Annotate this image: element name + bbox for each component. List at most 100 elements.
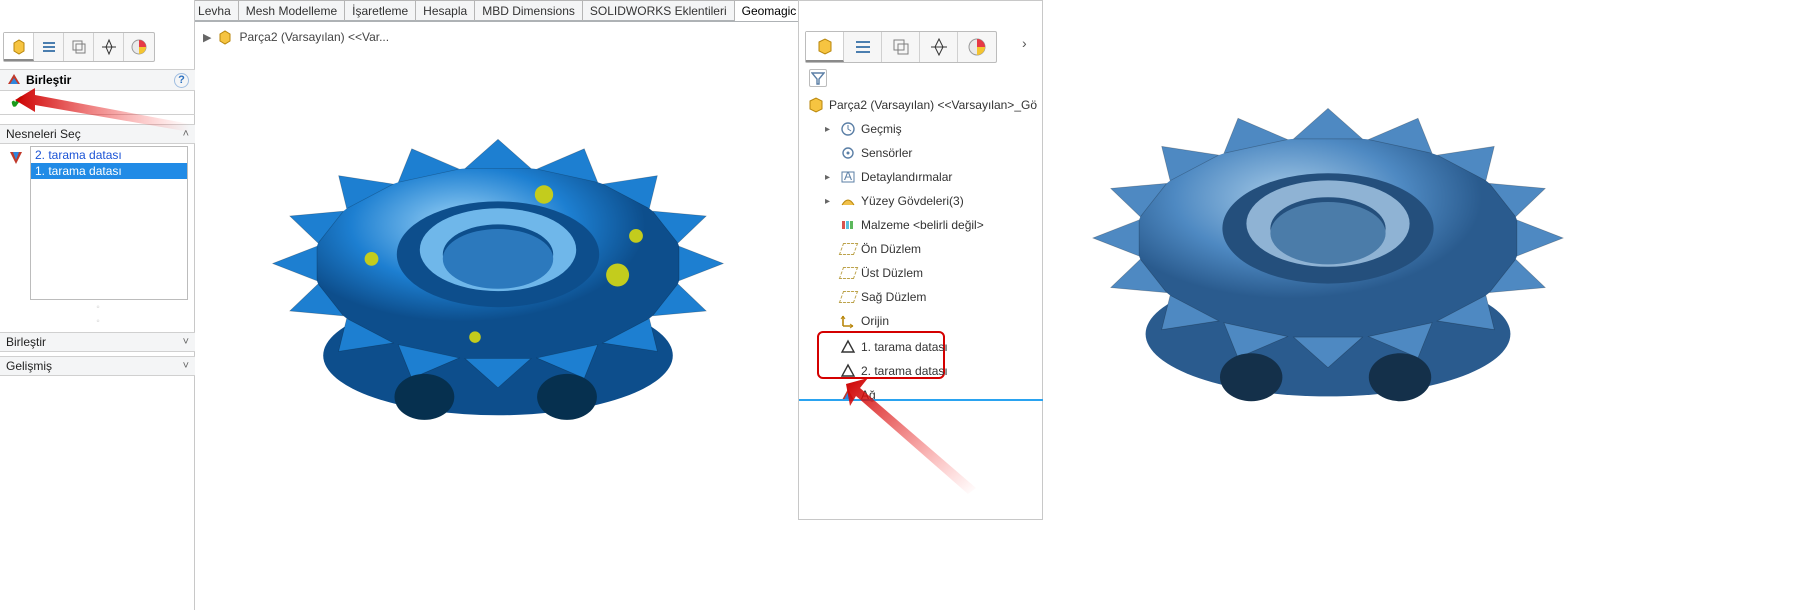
tab-meshmodel[interactable]: Mesh Modelleme bbox=[239, 0, 345, 21]
section-select-label: Nesneleri Seç bbox=[6, 127, 81, 141]
tree-item-ustduzlem[interactable]: Üst Düzlem bbox=[803, 261, 1039, 285]
net-icon bbox=[839, 386, 857, 404]
tree-item-orijin[interactable]: Orijin bbox=[803, 309, 1039, 333]
tree-label: Üst Düzlem bbox=[861, 266, 923, 280]
part-icon bbox=[807, 96, 825, 114]
tree-label: Ön Düzlem bbox=[861, 242, 921, 256]
tree-item-yuzeygovde[interactable]: ▸ Yüzey Gövdeleri(3) bbox=[803, 189, 1039, 213]
cube-icon bbox=[10, 37, 28, 55]
part-icon bbox=[217, 29, 233, 45]
expand-icon[interactable]: ▸ bbox=[825, 172, 835, 183]
ft-tab-display[interactable] bbox=[882, 32, 920, 62]
tab-hesapla[interactable]: Hesapla bbox=[416, 0, 475, 21]
tree-item-detay[interactable]: ▸ A Detaylandırmalar bbox=[803, 165, 1039, 189]
pm-title-text: Birleştir bbox=[26, 73, 71, 87]
tree-label: 2. tarama datası bbox=[861, 364, 948, 378]
property-manager-pane: Birleştir ? ✔ Nesneleri Seç ˄ 2. tarama … bbox=[0, 0, 195, 610]
surface-body-icon bbox=[839, 192, 857, 210]
section-advanced[interactable]: Gelişmiş ˅ bbox=[0, 356, 195, 376]
expand-icon[interactable]: ▸ bbox=[825, 124, 835, 135]
tree-item-gecmis[interactable]: ▸ Geçmiş bbox=[803, 117, 1039, 141]
tree-label: Sensörler bbox=[861, 146, 912, 160]
pm-tab-appear[interactable] bbox=[124, 33, 154, 61]
resize-handle-icon[interactable]: ◦ bbox=[88, 302, 108, 308]
tab-isaretleme[interactable]: İşaretleme bbox=[345, 0, 416, 21]
target-icon bbox=[100, 38, 118, 56]
ft-tab-config[interactable] bbox=[844, 32, 882, 62]
tree-label: Geçmiş bbox=[861, 122, 902, 136]
viewport-left[interactable] bbox=[268, 45, 728, 505]
help-button[interactable]: ? bbox=[174, 73, 189, 88]
ft-tab-dim[interactable] bbox=[920, 32, 958, 62]
selection-listbox[interactable]: 2. tarama datası 1. tarama datası bbox=[30, 146, 188, 300]
tree-item-malzeme[interactable]: Malzeme <belirli değil> bbox=[803, 213, 1039, 237]
tree-root-label: Parça2 (Varsayılan) <<Varsayılan>_Gö bbox=[829, 98, 1037, 112]
tree-root[interactable]: Parça2 (Varsayılan) <<Varsayılan>_Gö bbox=[803, 93, 1039, 117]
appearance-icon bbox=[130, 38, 148, 56]
appearance-icon bbox=[967, 37, 987, 57]
tree-label: Yüzey Gövdeleri(3) bbox=[861, 194, 964, 208]
tree-label: Orijin bbox=[861, 314, 889, 328]
tree-label: Sağ Düzlem bbox=[861, 290, 926, 304]
section-advanced-label: Gelişmiş bbox=[6, 359, 52, 373]
origin-icon bbox=[839, 312, 857, 330]
target-icon bbox=[929, 37, 949, 57]
mesh-icon bbox=[839, 338, 857, 356]
section-merge-label: Birleştir bbox=[6, 335, 46, 349]
resize-handle-icon[interactable]: ◦ bbox=[88, 316, 108, 322]
rollback-bar[interactable] bbox=[799, 399, 1043, 401]
cube-icon bbox=[815, 36, 835, 56]
tabs-overflow-icon[interactable]: › bbox=[1022, 35, 1038, 51]
pm-tab-feature[interactable] bbox=[4, 33, 34, 61]
breadcrumb-expand-icon[interactable]: ▶ bbox=[203, 31, 211, 44]
tree-item-onduzlem[interactable]: Ön Düzlem bbox=[803, 237, 1039, 261]
section-merge[interactable]: Birleştir ˅ bbox=[0, 332, 195, 352]
plane-icon bbox=[839, 288, 857, 306]
plane-icon bbox=[839, 240, 857, 258]
viewport-right[interactable] bbox=[1088, 10, 1568, 490]
pm-tab-dim[interactable] bbox=[94, 33, 124, 61]
layers-icon bbox=[70, 38, 88, 56]
list-item[interactable]: 2. tarama datası bbox=[31, 147, 187, 163]
ft-tab-row bbox=[805, 31, 997, 63]
select-mesh-icon[interactable] bbox=[6, 148, 26, 168]
list-icon bbox=[853, 37, 873, 57]
pm-title-bar: Birleştir ? bbox=[0, 69, 195, 91]
tree-item-scan2[interactable]: 2. tarama datası bbox=[803, 359, 1039, 383]
expand-icon[interactable]: ▸ bbox=[825, 196, 835, 207]
breadcrumb-text: Parça2 (Varsayılan) <<Var... bbox=[239, 30, 389, 44]
merge-icon bbox=[6, 72, 22, 88]
plane-icon bbox=[839, 264, 857, 282]
material-icon bbox=[839, 216, 857, 234]
tree-item-ag[interactable]: Ağ bbox=[803, 383, 1039, 407]
tab-mbd[interactable]: MBD Dimensions bbox=[475, 0, 583, 21]
ok-button[interactable]: ✔ bbox=[10, 92, 25, 113]
pm-tab-display[interactable] bbox=[64, 33, 94, 61]
list-item[interactable]: 1. tarama datası bbox=[31, 163, 187, 179]
pm-tab-config[interactable] bbox=[34, 33, 64, 61]
pm-tab-row bbox=[3, 32, 155, 62]
section-select-objects[interactable]: Nesneleri Seç ˄ bbox=[0, 124, 195, 144]
chevron-down-icon: ˅ bbox=[183, 360, 189, 372]
svg-text:A: A bbox=[844, 169, 852, 183]
layers-icon bbox=[891, 37, 911, 57]
history-icon bbox=[839, 120, 857, 138]
mesh-icon bbox=[839, 362, 857, 380]
feature-tree: Parça2 (Varsayılan) <<Varsayılan>_Gö ▸ G… bbox=[803, 93, 1039, 407]
tree-label: Malzeme <belirli değil> bbox=[861, 218, 984, 232]
tab-addins[interactable]: SOLIDWORKS Eklentileri bbox=[583, 0, 735, 21]
ft-tab-appear[interactable] bbox=[958, 32, 996, 62]
pm-confirm-row: ✔ bbox=[0, 91, 195, 115]
tree-item-sensorler[interactable]: Sensörler bbox=[803, 141, 1039, 165]
tree-label: 1. tarama datası bbox=[861, 340, 948, 354]
annotation-icon: A bbox=[839, 168, 857, 186]
chevron-up-icon: ˄ bbox=[183, 128, 189, 140]
feature-tree-pane: › Parça2 (Varsayılan) <<Varsayılan>_Gö ▸… bbox=[798, 0, 1043, 520]
chevron-down-icon: ˅ bbox=[183, 336, 189, 348]
tree-item-sagduzlem[interactable]: Sağ Düzlem bbox=[803, 285, 1039, 309]
ft-tab-feature[interactable] bbox=[806, 32, 844, 62]
list-icon bbox=[40, 38, 58, 56]
right-screenshot: › Parça2 (Varsayılan) <<Varsayılan>_Gö ▸… bbox=[798, 0, 1794, 610]
tree-item-scan1[interactable]: 1. tarama datası bbox=[803, 335, 1039, 359]
filter-button[interactable] bbox=[809, 69, 827, 87]
